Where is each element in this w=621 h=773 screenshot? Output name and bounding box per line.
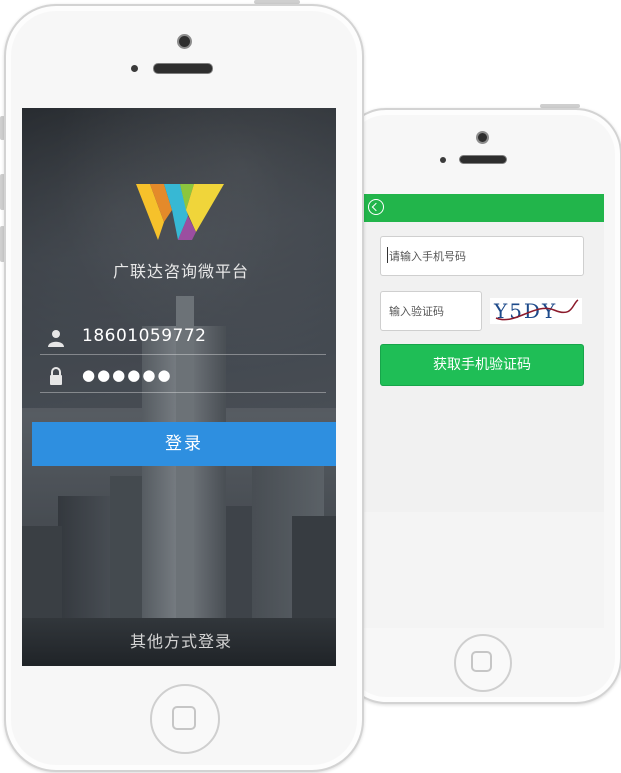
phone-number-placeholder: 请输入手机号码 <box>389 250 466 263</box>
app-title: 广联达咨询微平台 <box>112 262 249 281</box>
password-field[interactable]: ●●●●●● <box>40 358 326 393</box>
captcha-noise-line <box>495 299 579 321</box>
get-sms-code-button[interactable]: 获取手机验证码 <box>380 344 584 386</box>
header-bar <box>364 194 604 222</box>
password-value: ●●●●●● <box>82 366 173 384</box>
empty-area <box>364 512 604 628</box>
front-camera <box>177 34 192 49</box>
back-arrow-icon[interactable] <box>368 199 384 215</box>
earpiece-speaker <box>459 155 507 164</box>
username-field[interactable]: 18601059772 <box>40 320 326 355</box>
earpiece-speaker <box>153 63 213 74</box>
text-caret <box>387 247 388 263</box>
captcha-image[interactable]: Y5DY <box>490 298 582 324</box>
home-button-icon <box>172 706 196 730</box>
lock-icon <box>50 367 62 385</box>
sensor-dot <box>131 65 138 72</box>
home-button-icon <box>471 651 492 672</box>
login-button[interactable]: 登录 <box>32 422 336 466</box>
front-camera <box>476 131 489 144</box>
other-login-link[interactable]: 其他方式登录 <box>24 628 338 652</box>
verification-code-input[interactable]: 输入验证码 <box>380 291 482 331</box>
user-icon <box>48 330 64 347</box>
phone-number-input[interactable]: 请输入手机号码 <box>380 236 584 276</box>
verification-screen: 请输入手机号码 输入验证码 Y5DY 获取手机验证码 <box>364 194 604 628</box>
app-logo <box>136 184 224 240</box>
verification-code-placeholder: 输入验证码 <box>389 305 444 318</box>
username-value: 18601059772 <box>82 326 207 346</box>
sensor-dot <box>440 157 446 163</box>
